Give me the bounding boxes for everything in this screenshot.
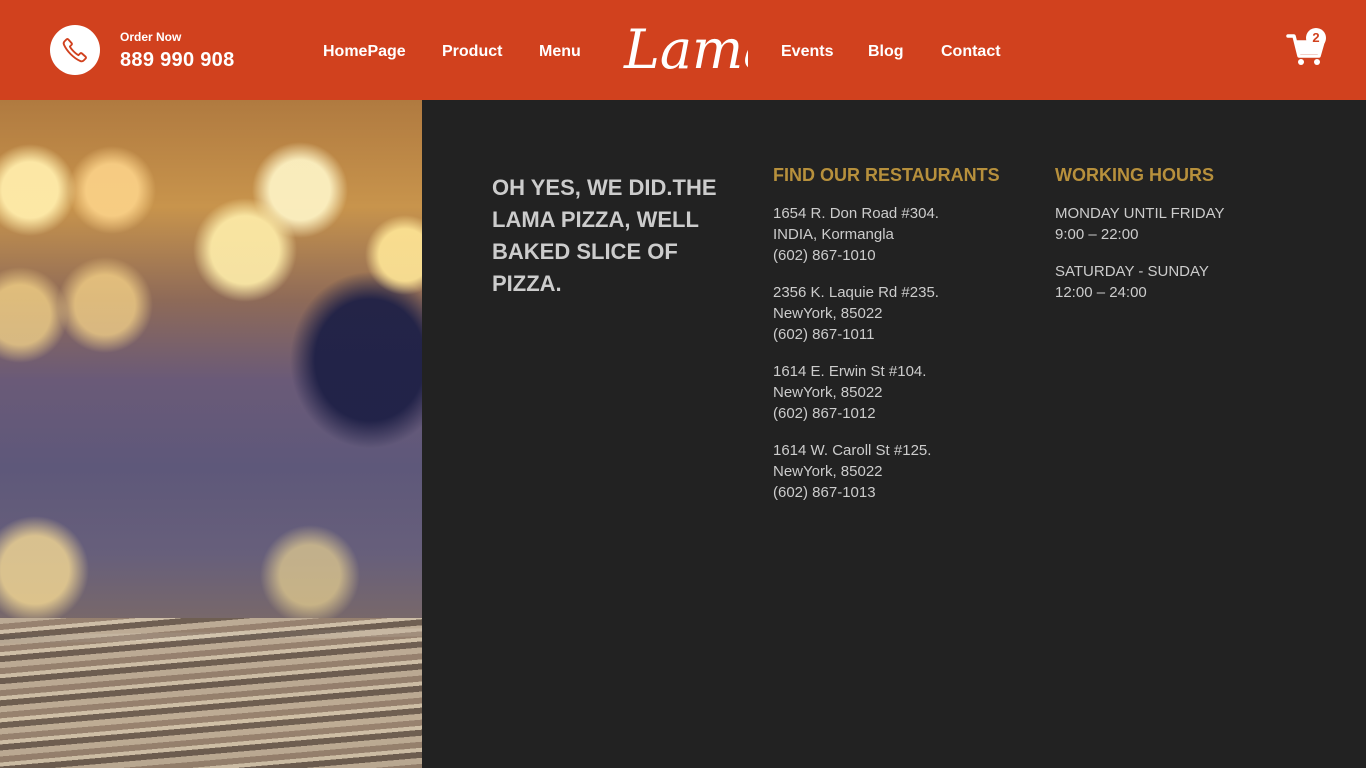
restaurant-phone: (602) 867-1012 — [773, 405, 876, 422]
restaurant-phone: (602) 867-1013 — [773, 484, 876, 501]
napkin-graphic — [0, 618, 422, 768]
footer-motto: OH YES, WE DID.THE LAMA PIZZA, WELL BAKE… — [492, 175, 717, 296]
restaurant-street: 1614 E. Erwin St #104. — [773, 363, 927, 380]
restaurant-photo — [0, 100, 422, 768]
cart-count-badge: 2 — [1306, 28, 1326, 48]
hours-time: 9:00 – 22:00 — [1055, 226, 1139, 243]
order-now-label: Order Now — [120, 30, 182, 44]
nav-product[interactable]: Product — [442, 42, 502, 62]
hours-time: 12:00 – 24:00 — [1055, 284, 1147, 301]
hours-entry: SATURDAY - SUNDAY 12:00 – 24:00 — [1055, 261, 1209, 303]
restaurant-city: NewYork, 85022 — [773, 384, 883, 401]
nav-homepage[interactable]: HomePage — [323, 42, 406, 62]
phone-button[interactable] — [50, 25, 100, 75]
restaurant-city: INDIA, Kormangla — [773, 226, 894, 243]
order-info: Order Now 889 990 908 — [120, 30, 235, 74]
restaurant-street: 1654 R. Don Road #304. — [773, 205, 939, 222]
hours-days: SATURDAY - SUNDAY — [1055, 263, 1209, 280]
restaurant-phone: (602) 867-1010 — [773, 247, 876, 264]
restaurant-city: NewYork, 85022 — [773, 305, 883, 322]
restaurant-street: 1614 W. Caroll St #125. — [773, 442, 932, 459]
nav-blog[interactable]: Blog — [868, 42, 904, 62]
hours-entry: MONDAY UNTIL FRIDAY 9:00 – 22:00 — [1055, 203, 1224, 245]
nav-events[interactable]: Events — [781, 42, 833, 62]
restaurant-address: 1654 R. Don Road #304. INDIA, Kormangla … — [773, 203, 939, 266]
nav-contact[interactable]: Contact — [941, 42, 1001, 62]
logo[interactable]: Lama — [622, 8, 748, 88]
restaurants-title: FIND OUR RESTAURANTS — [773, 165, 1000, 185]
logo-text: Lama — [623, 18, 748, 81]
restaurant-address: 1614 W. Caroll St #125. NewYork, 85022 (… — [773, 440, 931, 503]
restaurant-city: NewYork, 85022 — [773, 463, 883, 480]
hours-days: MONDAY UNTIL FRIDAY — [1055, 205, 1225, 222]
restaurant-phone: (602) 867-1011 — [773, 326, 875, 343]
phone-icon — [62, 38, 87, 63]
restaurant-address: 1614 E. Erwin St #104. NewYork, 85022 (6… — [773, 361, 926, 424]
nav-menu[interactable]: Menu — [539, 42, 581, 62]
restaurant-address: 2356 K. Laquie Rd #235. NewYork, 85022 (… — [773, 282, 939, 345]
order-phone-number[interactable]: 889 990 908 — [120, 46, 235, 74]
restaurant-street: 2356 K. Laquie Rd #235. — [773, 284, 939, 301]
working-hours-title: WORKING HOURS — [1055, 165, 1214, 185]
navbar: Order Now 889 990 908 HomePage Product M… — [0, 0, 1366, 100]
